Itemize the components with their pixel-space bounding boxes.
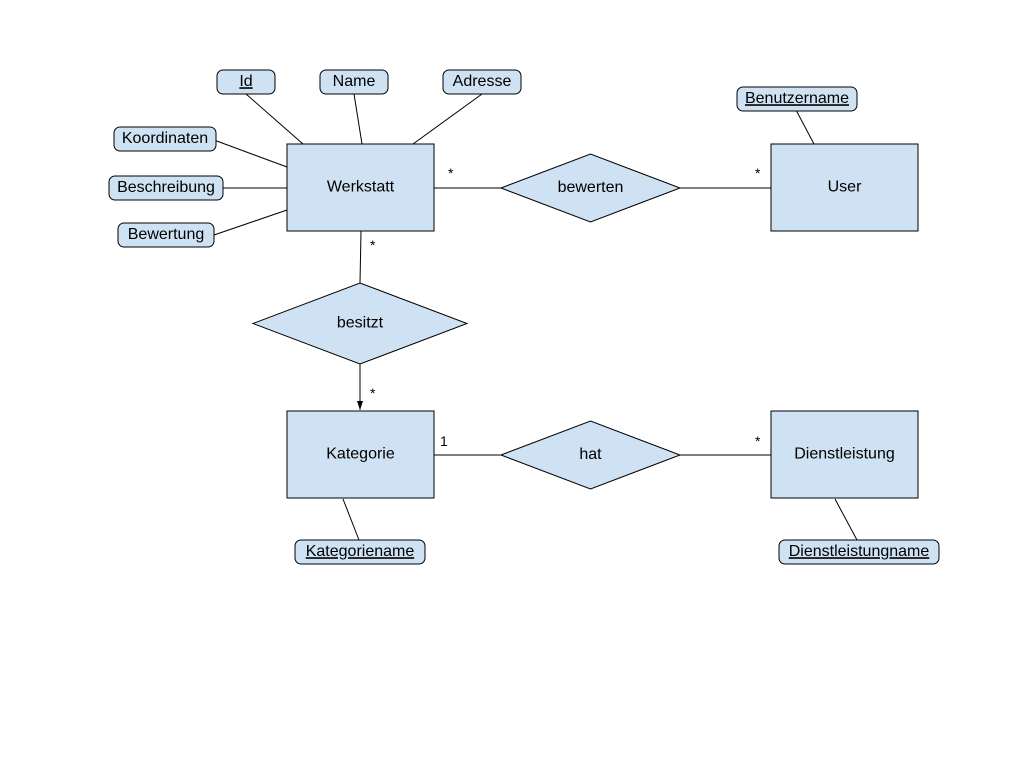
cardinality-dienstleistung-hat: * bbox=[755, 433, 761, 449]
edge-name-werkstatt bbox=[354, 94, 362, 144]
attribute-dienstleistungname: Dienstleistungname bbox=[779, 540, 939, 564]
edge-werkstatt-besitzt bbox=[360, 231, 361, 283]
attribute-kategoriename-label: Kategoriename bbox=[306, 543, 415, 560]
cardinality-werkstatt-bewerten: * bbox=[448, 165, 454, 181]
attribute-adresse: Adresse bbox=[443, 70, 521, 94]
entity-werkstatt-label: Werkstatt bbox=[327, 179, 395, 196]
edge-bewertung-werkstatt bbox=[214, 210, 287, 235]
cardinality-user-bewerten: * bbox=[755, 165, 761, 181]
relationship-hat-label: hat bbox=[579, 446, 602, 463]
entity-user-label: User bbox=[828, 179, 862, 196]
entity-dienstleistung: Dienstleistung bbox=[771, 411, 918, 498]
entity-dienstleistung-label: Dienstleistung bbox=[794, 446, 895, 463]
relationship-bewerten: bewerten bbox=[501, 154, 680, 222]
relationship-besitzt: besitzt bbox=[253, 283, 467, 364]
attribute-name-label: Name bbox=[333, 73, 376, 90]
edge-benutzername-user bbox=[796, 110, 814, 144]
attribute-id-label: Id bbox=[239, 73, 252, 90]
attribute-kategoriename: Kategoriename bbox=[295, 540, 425, 564]
attribute-adresse-label: Adresse bbox=[453, 73, 512, 90]
relationship-besitzt-label: besitzt bbox=[337, 315, 384, 332]
attribute-bewertung-label: Bewertung bbox=[128, 226, 205, 243]
attribute-id: Id bbox=[217, 70, 275, 94]
edge-id-werkstatt bbox=[246, 94, 303, 144]
entity-user: User bbox=[771, 144, 918, 231]
er-diagram: Werkstatt User Kategorie Dienstleistung … bbox=[0, 0, 1024, 768]
edge-dienstleistungname-dienstleistung bbox=[835, 499, 857, 540]
cardinality-kategorie-besitzt: * bbox=[370, 385, 376, 401]
attribute-beschreibung-label: Beschreibung bbox=[117, 179, 215, 196]
attribute-name: Name bbox=[320, 70, 388, 94]
attribute-bewertung: Bewertung bbox=[118, 223, 214, 247]
edge-adresse-werkstatt bbox=[413, 94, 482, 144]
cardinality-werkstatt-besitzt: * bbox=[370, 237, 376, 253]
attribute-koordinaten-label: Koordinaten bbox=[122, 130, 208, 147]
attribute-beschreibung: Beschreibung bbox=[109, 176, 223, 200]
entity-kategorie: Kategorie bbox=[287, 411, 434, 498]
attribute-dienstleistungname-label: Dienstleistungname bbox=[789, 543, 930, 560]
edge-kategoriename-kategorie bbox=[343, 499, 359, 540]
entity-werkstatt: Werkstatt bbox=[287, 144, 434, 231]
attribute-benutzername: Benutzername bbox=[737, 87, 857, 111]
relationship-bewerten-label: bewerten bbox=[558, 179, 624, 196]
attribute-koordinaten: Koordinaten bbox=[114, 127, 216, 151]
edge-koordinaten-werkstatt bbox=[214, 140, 287, 167]
entity-kategorie-label: Kategorie bbox=[326, 446, 395, 463]
cardinality-kategorie-hat: 1 bbox=[440, 433, 448, 449]
relationship-hat: hat bbox=[501, 421, 680, 489]
attribute-benutzername-label: Benutzername bbox=[745, 90, 849, 107]
